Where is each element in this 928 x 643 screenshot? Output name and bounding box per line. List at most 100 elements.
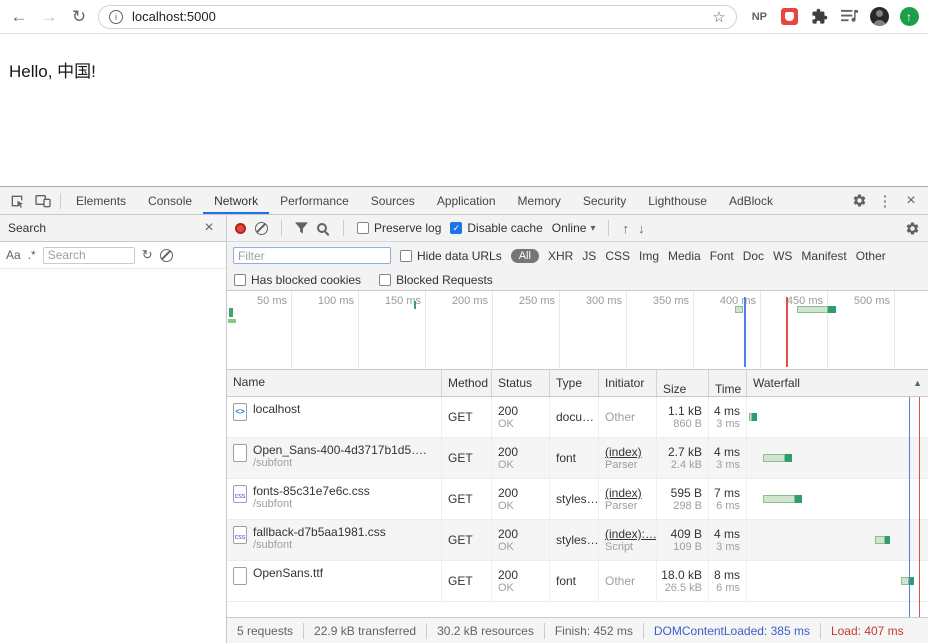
hide-data-urls-label: Hide data URLs — [417, 248, 502, 263]
back-icon[interactable]: ← — [6, 4, 32, 30]
extension-puzzle-icon[interactable] — [806, 4, 832, 30]
extension-playlist-icon[interactable] — [836, 4, 862, 30]
forward-icon[interactable]: → — [36, 4, 62, 30]
request-row-open-sans-woff[interactable]: Open_Sans-400-4d3717b1d5…. /subfont GET … — [227, 438, 928, 479]
request-initiator-link[interactable]: (index) — [605, 445, 650, 459]
column-header-type[interactable]: Type — [550, 370, 599, 396]
filter-type-manifest[interactable]: Manifest — [801, 249, 846, 263]
filter-type-ws[interactable]: WS — [773, 249, 792, 263]
checkbox-unchecked-icon[interactable] — [357, 222, 369, 234]
checkbox-checked-icon[interactable]: ✓ — [450, 222, 463, 234]
tab-security[interactable]: Security — [572, 187, 637, 214]
filter-type-css[interactable]: CSS — [605, 249, 630, 263]
status-code: 200 — [498, 404, 519, 418]
waterfall-download-bar — [785, 454, 792, 462]
throttling-dropdown[interactable]: Online ▾ — [552, 221, 596, 235]
search-input[interactable] — [42, 246, 135, 264]
filter-type-img[interactable]: Img — [639, 249, 659, 263]
devtools-close-icon[interactable]: × — [898, 187, 924, 214]
tab-application[interactable]: Application — [426, 187, 507, 214]
tab-lighthouse[interactable]: Lighthouse — [637, 187, 718, 214]
regex-button[interactable]: .* — [28, 248, 36, 262]
disable-cache-checkbox[interactable]: ✓ Disable cache — [450, 221, 543, 235]
request-type: font — [556, 574, 577, 588]
filter-type-media[interactable]: Media — [668, 249, 701, 263]
url-text[interactable]: localhost:5000 — [132, 9, 703, 24]
search-close-icon[interactable]: × — [196, 215, 222, 241]
waterfall-cell — [747, 438, 928, 478]
inspect-element-icon[interactable] — [4, 187, 30, 214]
tick-label: 250 ms — [518, 295, 555, 307]
tab-memory[interactable]: Memory — [507, 187, 572, 214]
match-case-button[interactable]: Aa — [6, 248, 21, 262]
device-toolbar-icon[interactable] — [30, 187, 56, 214]
tab-performance[interactable]: Performance — [269, 187, 360, 214]
request-initiator-link[interactable]: (index) — [605, 486, 650, 500]
clear-requests-icon[interactable] — [255, 221, 268, 235]
blocked-requests-checkbox[interactable]: Blocked Requests — [379, 273, 493, 287]
blocked-options-row: Has blocked cookies Blocked Requests — [227, 269, 928, 291]
filter-type-js[interactable]: JS — [582, 249, 596, 263]
column-header-name[interactable]: Name — [227, 370, 442, 396]
address-bar[interactable]: i localhost:5000 ☆ — [98, 4, 737, 29]
checkbox-unchecked-icon[interactable] — [234, 273, 246, 286]
record-icon[interactable] — [235, 222, 246, 234]
reload-icon[interactable]: ↻ — [66, 4, 92, 30]
request-row-fonts-css[interactable]: css fonts-85c31e7e6c.css /subfont GET 20… — [227, 479, 928, 520]
adblock-extension-icon[interactable] — [776, 4, 802, 30]
request-row-opensans-ttf[interactable]: OpenSans.ttf GET 200 OK font Other 18.0 k… — [227, 561, 928, 602]
tab-sources[interactable]: Sources — [360, 187, 426, 214]
search-requests-icon[interactable] — [317, 223, 327, 233]
status-code: 200 — [498, 527, 519, 541]
extension-np-badge[interactable]: NP — [747, 11, 772, 23]
filter-input[interactable] — [233, 247, 391, 264]
column-header-size[interactable]: Size — [657, 370, 709, 396]
request-latency: 3 ms — [716, 541, 740, 553]
refresh-search-icon[interactable]: ↻ — [142, 247, 153, 263]
tab-network[interactable]: Network — [203, 187, 269, 214]
network-settings-icon[interactable] — [905, 221, 920, 236]
search-drawer: Search × Aa .* ↻ — [0, 215, 227, 643]
profile-avatar[interactable] — [866, 4, 892, 30]
column-header-method[interactable]: Method — [442, 370, 492, 396]
request-size: 595 B — [670, 486, 702, 500]
filter-type-other[interactable]: Other — [856, 249, 886, 263]
column-header-waterfall[interactable]: Waterfall ▲ — [747, 370, 928, 396]
filter-type-all[interactable]: All — [510, 248, 539, 263]
filter-funnel-icon[interactable] — [295, 222, 308, 234]
hide-data-urls-checkbox[interactable]: Hide data URLs — [400, 249, 502, 263]
chrome-update-button[interactable]: ↑ — [896, 4, 922, 30]
bookmark-star-icon[interactable]: ☆ — [712, 8, 725, 26]
checkbox-unchecked-icon[interactable] — [379, 273, 392, 286]
column-header-initiator[interactable]: Initiator — [599, 370, 657, 396]
filter-type-xhr[interactable]: XHR — [548, 249, 573, 263]
resources-size: 30.2 kB resources — [427, 622, 545, 639]
column-header-status[interactable]: Status — [492, 370, 550, 396]
filter-type-font[interactable]: Font — [710, 249, 734, 263]
network-filter-row: Hide data URLs All XHR JS CSS Img Media … — [227, 242, 928, 269]
requests-count: 5 requests — [227, 622, 305, 639]
page-info-icon[interactable]: i — [109, 9, 123, 24]
devtools-menu-icon[interactable]: ⋮ — [872, 187, 898, 214]
column-header-time[interactable]: Time — [709, 370, 747, 396]
status-text: OK — [498, 582, 514, 594]
tab-console[interactable]: Console — [137, 187, 203, 214]
dcl-marker-line — [909, 397, 910, 617]
filter-type-doc[interactable]: Doc — [743, 249, 764, 263]
request-type: styles… — [556, 533, 599, 547]
devtools-settings-icon[interactable] — [846, 187, 872, 214]
preserve-log-checkbox[interactable]: Preserve log — [357, 221, 441, 235]
tab-elements[interactable]: Elements — [65, 187, 137, 214]
request-row-localhost[interactable]: <> localhost GET 200 OK docu… Other 1.1 k… — [227, 397, 928, 438]
tab-adblock[interactable]: AdBlock — [718, 187, 784, 214]
request-size: 2.7 kB — [667, 445, 702, 459]
has-blocked-cookies-checkbox[interactable]: Has blocked cookies — [234, 273, 361, 287]
clear-search-icon[interactable] — [159, 248, 173, 262]
import-har-icon[interactable]: ↑ — [622, 221, 629, 236]
export-har-icon[interactable]: ↓ — [638, 221, 645, 236]
network-overview-timeline[interactable]: 50 ms 100 ms 150 ms 200 ms 250 ms 300 ms… — [227, 291, 928, 370]
checkbox-unchecked-icon[interactable] — [400, 249, 412, 262]
request-initiator-link[interactable]: (index):… — [605, 527, 656, 541]
request-row-fallback-css[interactable]: css fallback-d7b5aa1981.css /subfont GET… — [227, 520, 928, 561]
waterfall-label: Waterfall — [753, 376, 800, 390]
